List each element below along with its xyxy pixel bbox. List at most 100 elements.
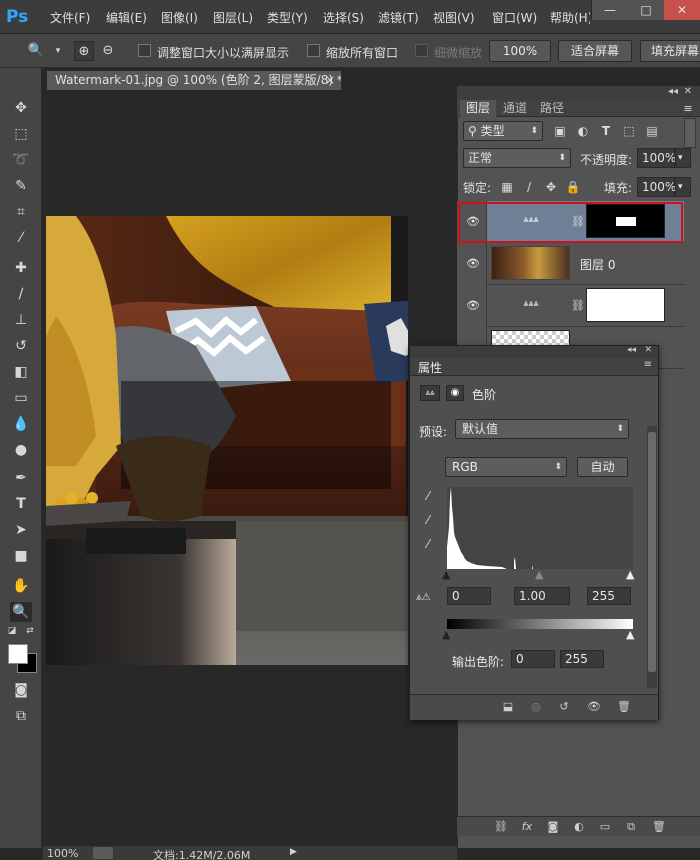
- filter-smart-object-icon[interactable]: ▤: [644, 123, 660, 139]
- black-point-eyedropper-icon[interactable]: ⁄: [420, 488, 436, 504]
- layer-name[interactable]: 图层 0: [580, 256, 615, 273]
- properties-scrollbar-thumb[interactable]: [648, 432, 656, 672]
- output-black-field[interactable]: 0: [511, 650, 555, 668]
- input-gamma-field[interactable]: 1.00: [514, 587, 570, 605]
- resize-windows-checkbox[interactable]: [138, 44, 151, 57]
- lock-all-icon[interactable]: 🔒: [565, 179, 581, 195]
- menu-help[interactable]: 帮助(H): [550, 9, 590, 26]
- add-mask-icon[interactable]: ◙: [545, 819, 561, 835]
- layer-mask-thumbnail[interactable]: [586, 288, 665, 322]
- quick-selection-tool-icon[interactable]: ✎: [10, 176, 32, 196]
- gray-point-eyedropper-icon[interactable]: ⁄: [420, 512, 436, 528]
- blur-tool-icon[interactable]: 💧: [10, 414, 32, 434]
- hand-tool-icon[interactable]: ✋: [10, 576, 32, 596]
- new-layer-icon[interactable]: ⧉: [623, 819, 639, 835]
- eye-icon[interactable]: 👁: [466, 257, 480, 271]
- zoom-level[interactable]: 100%: [47, 847, 78, 860]
- layer-row-adjustment[interactable]: 👁 ⩓⩓⩓ ⛓: [457, 285, 684, 327]
- scrubby-zoom-checkbox[interactable]: [415, 44, 428, 57]
- opacity-dropdown-icon[interactable]: ▾: [675, 148, 691, 168]
- swap-colors-icon[interactable]: ⇄: [24, 625, 36, 637]
- close-tab-icon[interactable]: ×: [325, 71, 335, 90]
- toggle-visibility-eye-icon[interactable]: 👁: [586, 699, 602, 715]
- preset-dropdown[interactable]: 默认值 ⬍: [455, 419, 629, 439]
- menu-edit[interactable]: 编辑(E): [106, 9, 147, 26]
- filter-type-icon[interactable]: T: [598, 123, 614, 139]
- clip-to-layer-icon[interactable]: ⬓: [500, 699, 516, 715]
- input-black-field[interactable]: 0: [447, 587, 491, 605]
- fill-input[interactable]: 100%: [637, 177, 676, 197]
- menu-layer[interactable]: 图层(L): [213, 9, 253, 26]
- clipping-warning-icon[interactable]: ⩓⚠: [416, 592, 431, 603]
- fill-dropdown-icon[interactable]: ▾: [675, 177, 691, 197]
- layer-thumbnail[interactable]: [491, 246, 570, 280]
- layers-scrollbar[interactable]: [684, 118, 696, 148]
- menu-view[interactable]: 视图(V): [433, 9, 475, 26]
- link-chain-icon[interactable]: ⛓: [571, 297, 585, 315]
- tool-preset-chevron-down-icon[interactable]: ▾: [48, 41, 68, 61]
- filter-pixel-icon[interactable]: ▣: [552, 123, 568, 139]
- layer-filter-dropdown[interactable]: ⚲ 类型 ⬍: [463, 121, 543, 141]
- input-black-slider[interactable]: ▲: [442, 568, 450, 581]
- zoom-all-windows-checkbox[interactable]: [307, 44, 320, 57]
- foreground-color-swatch[interactable]: [8, 644, 28, 664]
- properties-title[interactable]: 属性: [418, 359, 442, 376]
- tab-channels[interactable]: 通道: [497, 100, 533, 117]
- output-white-field[interactable]: 255: [560, 650, 604, 668]
- tab-layers[interactable]: 图层: [460, 100, 497, 117]
- filter-adjustment-icon[interactable]: ◐: [575, 123, 591, 139]
- layer-mask-thumbnail[interactable]: [586, 204, 665, 238]
- brush-tool-icon[interactable]: ∕: [10, 284, 32, 304]
- output-white-slider[interactable]: ▲: [626, 628, 634, 641]
- blend-mode-dropdown[interactable]: 正常 ⬍: [463, 148, 571, 168]
- lock-transparent-icon[interactable]: ▦: [499, 179, 515, 195]
- delete-adjustment-icon[interactable]: 🗑: [616, 699, 632, 715]
- lock-image-icon[interactable]: ∕: [521, 179, 537, 195]
- fill-screen-button[interactable]: 填充屏幕: [640, 40, 700, 62]
- input-white-slider[interactable]: ▲: [626, 568, 634, 581]
- restore-button[interactable]: □: [628, 0, 664, 20]
- view-previous-state-icon[interactable]: ◎: [528, 699, 544, 715]
- type-tool-icon[interactable]: T: [10, 494, 32, 514]
- menu-image[interactable]: 图像(I): [161, 9, 198, 26]
- layer-style-fx-icon[interactable]: fx: [519, 819, 535, 835]
- collapse-panel-icon[interactable]: ◂◂: [627, 345, 636, 355]
- document-tab[interactable]: Watermark-01.jpg @ 100% (色阶 2, 图层蒙版/8) *…: [46, 70, 342, 90]
- output-black-slider[interactable]: ▲: [442, 628, 450, 641]
- close-panel-icon[interactable]: ✕: [684, 86, 692, 97]
- menu-window[interactable]: 窗口(W): [492, 9, 537, 26]
- document-image[interactable]: [46, 216, 408, 665]
- levels-adjustment-icon[interactable]: ⩓⩓: [420, 385, 440, 401]
- menu-type[interactable]: 类型(Y): [267, 9, 308, 26]
- new-group-icon[interactable]: ▭: [597, 819, 613, 835]
- status-menu-arrow-icon[interactable]: ▶: [290, 847, 297, 857]
- gradient-tool-icon[interactable]: ▭: [10, 388, 32, 408]
- input-white-field[interactable]: 255: [587, 587, 631, 605]
- dodge-tool-icon[interactable]: ●: [10, 440, 32, 460]
- crop-tool-icon[interactable]: ⌗: [10, 202, 32, 222]
- mask-properties-icon[interactable]: ◉: [446, 385, 464, 401]
- link-chain-icon[interactable]: ⛓: [571, 213, 585, 231]
- properties-scrollbar[interactable]: [647, 426, 657, 688]
- link-layers-icon[interactable]: ⛓: [493, 819, 509, 835]
- screen-mode-icon[interactable]: ⧉: [10, 706, 32, 726]
- panel-menu-icon[interactable]: ≡: [680, 101, 696, 117]
- auto-button[interactable]: 自动: [577, 457, 628, 477]
- collapse-panel-icon[interactable]: ◂◂: [668, 86, 678, 97]
- input-gamma-slider[interactable]: ▲: [535, 568, 543, 581]
- tab-paths[interactable]: 路径: [534, 100, 570, 117]
- zoom-100-button[interactable]: 100%: [489, 40, 551, 62]
- status-info-icon[interactable]: [93, 847, 113, 859]
- reset-adjustment-icon[interactable]: ↺: [556, 699, 572, 715]
- new-adjustment-layer-icon[interactable]: ◐: [571, 819, 587, 835]
- minimize-button[interactable]: —: [592, 0, 628, 20]
- layer-row-levels[interactable]: 👁 ⩓⩓⩓ ⛓: [457, 201, 684, 243]
- filter-shape-icon[interactable]: ⬚: [621, 123, 637, 139]
- rectangle-tool-icon[interactable]: ■: [10, 546, 32, 566]
- delete-layer-icon[interactable]: 🗑: [651, 819, 667, 835]
- quick-mask-icon[interactable]: ◙: [10, 680, 32, 700]
- menu-file[interactable]: 文件(F): [50, 9, 90, 26]
- clone-stamp-tool-icon[interactable]: ⊥: [10, 310, 32, 330]
- opacity-input[interactable]: 100%: [637, 148, 676, 168]
- lock-position-icon[interactable]: ✥: [543, 179, 559, 195]
